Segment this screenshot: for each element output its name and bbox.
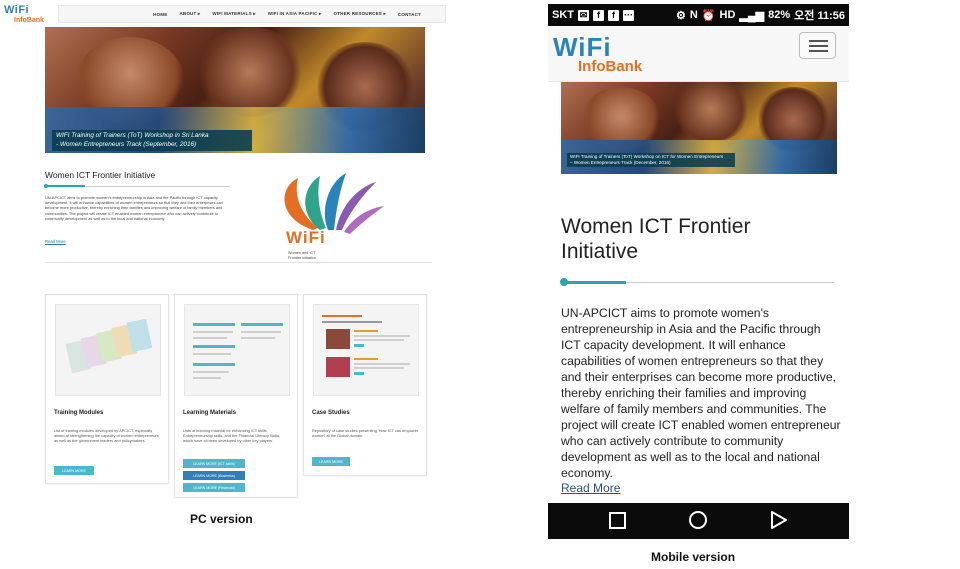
pc-nav-about[interactable]: ABOUT ▸ — [179, 11, 200, 17]
pc-title-divider-accent — [45, 185, 85, 187]
mobile-version-label: Mobile version — [651, 550, 736, 564]
pc-nav-wifi-materials[interactable]: WIFI MATERIALS ▸ — [212, 11, 255, 17]
mobile-hero-caption: WIFI Training of Trainers (ToT) Workshop… — [567, 153, 735, 167]
battery-percent: 82% — [768, 9, 791, 21]
wifi-logo-subtitle: Women and ICT Frontier Initiative — [288, 251, 317, 260]
hamburger-icon-bar — [809, 40, 828, 42]
back-icon — [771, 511, 787, 529]
mobile-hero-caption-line2: – Women Entrepreneurs Track (December, 2… — [570, 160, 671, 165]
alarm-icon: ⏰ — [701, 9, 716, 22]
status-bar-right: ⚙ N ⏰ HD ▂▄▆ 82% 오전 11:56 — [676, 7, 845, 23]
leaf-petals-icon — [284, 173, 384, 234]
facebook-icon: f — [593, 9, 604, 21]
pc-logo-infobank: InfoBank — [14, 17, 44, 24]
pc-nav-home[interactable]: HOME — [153, 12, 167, 17]
learning-materials-description: Lists of learning material for enhancing… — [183, 428, 281, 444]
facebook-icon: f — [608, 9, 619, 21]
wifi-logo-text: WiFi — [286, 228, 326, 247]
pc-logo-wifi: WiFi — [4, 4, 30, 16]
case-studies-card: Case Studies Repository of case studies … — [303, 294, 427, 476]
learn-more-business-button[interactable]: LEARN MORE (Business) — [183, 471, 245, 480]
training-modules-description: List of training modules developed by AP… — [54, 428, 159, 444]
hamburger-icon-bar — [809, 50, 828, 52]
wifi-initiative-logo: WiFi Women and ICT Frontier Initiative — [258, 168, 408, 264]
case-studies-thumbnail — [313, 304, 419, 396]
case-studies-title: Case Studies — [312, 410, 350, 416]
hd-voice-icon: HD — [719, 9, 736, 21]
mobile-intro-text: UN-APCICT aims to promote women's entrep… — [561, 306, 841, 480]
mobile-version-screenshot: SKT ✉ f f ··· ⚙ N ⏰ HD ▂▄▆ 82% 오전 11:56 … — [548, 4, 850, 539]
mail-icon: ✉ — [578, 9, 589, 21]
pc-logo[interactable]: WiFi InfoBank — [4, 5, 56, 27]
recent-apps-icon — [609, 512, 626, 529]
mobile-title-divider-accent — [562, 281, 626, 284]
pc-version-label: PC version — [190, 512, 253, 526]
case-studies-description: Repository of case studies presenting 'H… — [312, 428, 419, 439]
pc-read-more-link[interactable]: Read More — [45, 239, 66, 244]
pc-section-divider — [45, 262, 432, 263]
pc-nav-other-resources[interactable]: OTHER RESOURCES ▸ — [334, 11, 386, 17]
training-modules-thumbnail — [55, 304, 161, 396]
android-navigation-bar — [548, 503, 849, 539]
mobile-read-more-link[interactable]: Read More — [561, 481, 620, 495]
mobile-logo-infobank[interactable]: InfoBank — [578, 58, 642, 75]
status-bar: SKT ✉ f f ··· ⚙ N ⏰ HD ▂▄▆ 82% 오전 11:56 — [548, 4, 849, 26]
learn-more-ict-skills-button[interactable]: LEARN MORE (ICT skills) — [183, 459, 245, 468]
signal-icon: ▂▄▆ — [739, 9, 765, 22]
pc-nav-wifi-asia-pacific[interactable]: WIFI IN ASIA PACIFIC ▸ — [268, 11, 322, 17]
training-modules-title: Training Modules — [54, 410, 104, 416]
pc-hero-caption: WIFI Training of Trainers (ToT) Workshop… — [52, 130, 252, 151]
hamburger-icon-bar — [809, 45, 828, 47]
learning-materials-thumbnail — [184, 304, 290, 396]
clock: 오전 11:56 — [794, 10, 845, 22]
pc-nav-bar: HOME ABOUT ▸ WIFI MATERIALS ▸ WIFI IN AS… — [58, 5, 446, 23]
carrier-label: SKT — [552, 9, 574, 21]
training-modules-learn-more-button[interactable]: LEARN MORE — [54, 466, 94, 475]
case-studies-learn-more-button[interactable]: LEARN MORE — [312, 457, 350, 466]
training-modules-card: Training Modules List of training module… — [45, 294, 169, 484]
hamburger-menu-button[interactable] — [799, 32, 836, 59]
learning-materials-card: Learning Materials Lists of learning mat… — [174, 294, 298, 498]
learning-materials-title: Learning Materials — [183, 410, 237, 416]
nfc-icon: N — [689, 9, 698, 21]
pc-intro-text: UN-APCICT aims to promote women's entrep… — [45, 195, 223, 221]
settings-icon: ⚙ — [676, 9, 686, 22]
pc-title-divider-dot — [44, 184, 48, 188]
pc-hero-caption-line2: - Women Entrepreneurs Track (September, … — [56, 140, 197, 148]
pc-nav-contact[interactable]: CONTACT — [398, 12, 421, 17]
mobile-title-divider-dot — [560, 278, 568, 286]
pc-hero-caption-line1: WIFI Training of Trainers (ToT) Workshop… — [56, 132, 209, 139]
mobile-section-title: Women ICT Frontier Initiative — [561, 215, 751, 263]
learn-more-financial-button[interactable]: LEARN MORE (Financial) — [183, 483, 245, 492]
home-icon — [689, 511, 707, 529]
pc-section-title: Women ICT Frontier Initiative — [45, 170, 156, 180]
more-notifications-icon: ··· — [623, 9, 634, 21]
pc-version-screenshot: WiFi InfoBank HOME ABOUT ▸ WIFI MATERIAL… — [0, 0, 450, 500]
